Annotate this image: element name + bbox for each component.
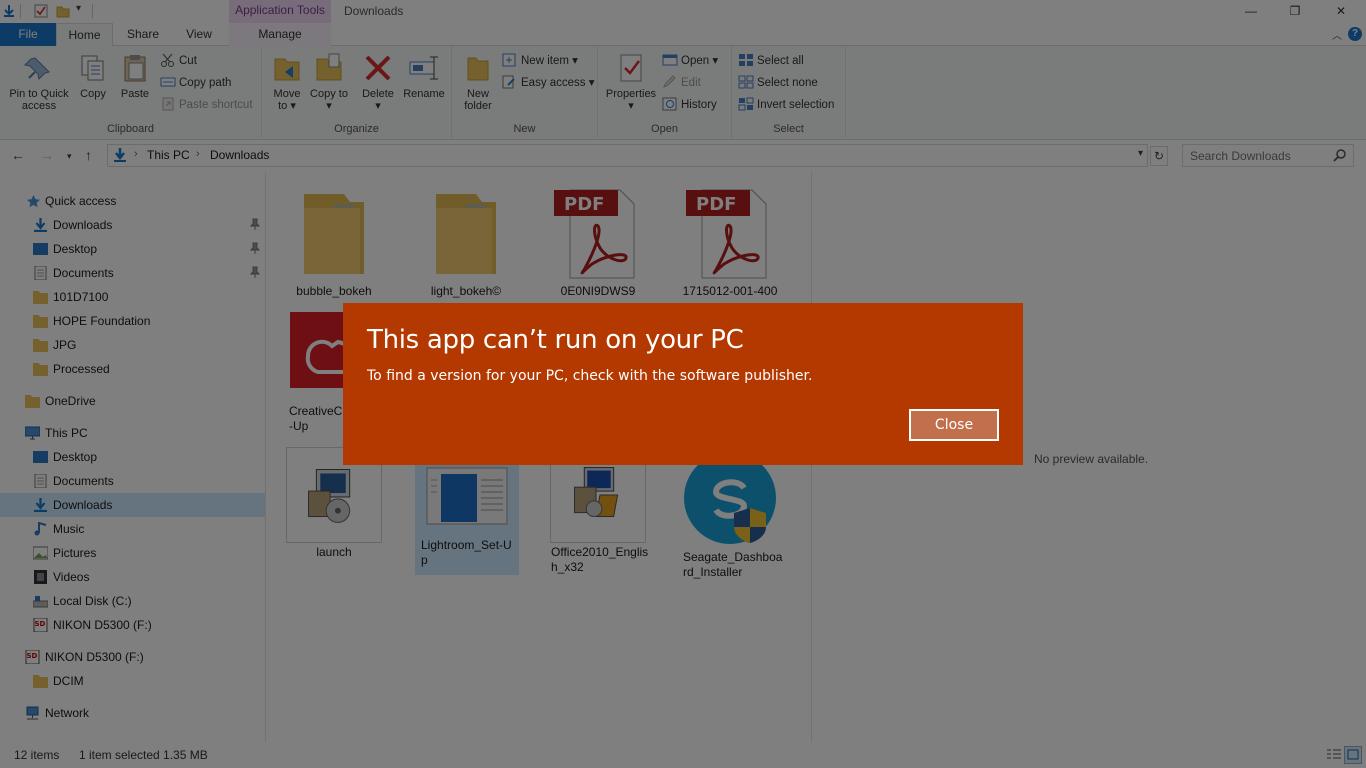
dialog-title: This app can’t run on your PC [367,325,744,355]
app-cannot-run-dialog: This app can’t run on your PC To find a … [343,303,1023,465]
dialog-message: To find a version for your PC, check wit… [367,368,813,384]
close-button[interactable]: Close [909,409,999,441]
